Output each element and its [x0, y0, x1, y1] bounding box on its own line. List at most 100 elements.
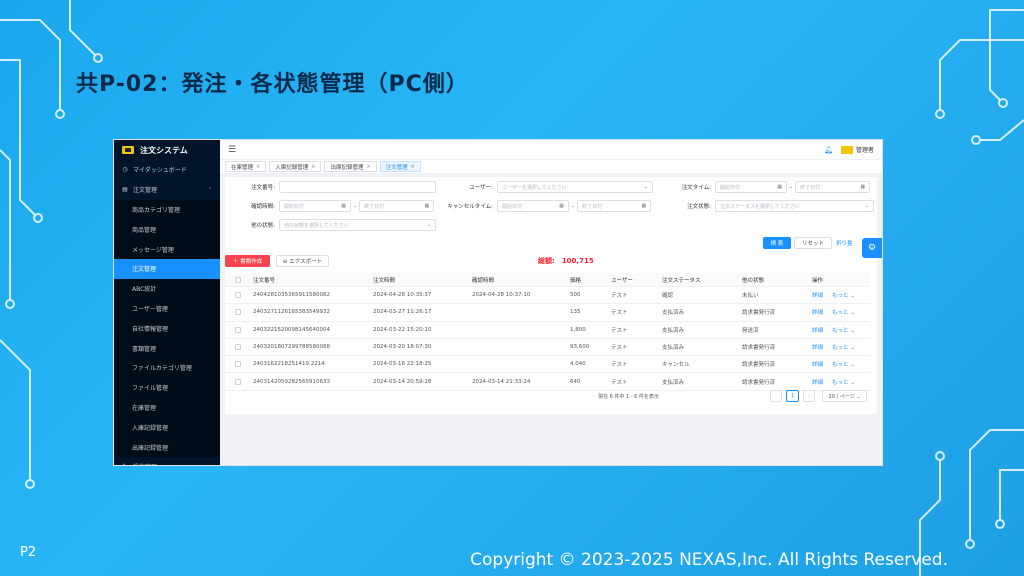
table-cell: キャンセル	[662, 362, 690, 369]
filter-label: ユーザー:	[469, 185, 493, 191]
user-menu[interactable]: 管理者	[840, 145, 874, 155]
sidebar-item[interactable]: 書類管理	[114, 338, 220, 358]
select-all-checkbox[interactable]	[235, 276, 241, 283]
sidebar-item[interactable]: ✎ 投稿管理 ⌄	[114, 457, 220, 465]
detail-link[interactable]: 詳細	[812, 326, 823, 334]
range-dash: -	[354, 202, 357, 210]
create-document-button[interactable]: ＋ 書類作成	[225, 255, 270, 267]
tab[interactable]: 入庫記録管理 ×	[269, 161, 322, 172]
sidebar-item-label: 投稿管理	[133, 462, 157, 465]
order-time-start[interactable]: 開始日付 ▦	[715, 181, 787, 193]
detail-link[interactable]: 詳細	[812, 378, 823, 386]
sidebar-item[interactable]: ◷ マイダッシュボード	[114, 160, 220, 180]
total-label: 総額:	[538, 257, 555, 265]
content-panel: 注文番号: ユーザー: ユーザーを選択してください ⌄ 注文タイム: 開始日付 ▦ …	[225, 177, 877, 414]
export-button[interactable]: ⊖ エクスポート	[276, 255, 329, 267]
sidebar-item[interactable]: ▤ 注文管理 ⌃	[114, 180, 220, 200]
table-cell: 2024-03-27 11:26:17	[373, 309, 432, 316]
sidebar-item[interactable]: ユーザー管理	[114, 298, 220, 319]
sidebar-item[interactable]: メッセージ管理	[114, 239, 220, 259]
search-button[interactable]: 検 索	[763, 237, 791, 249]
filter-confirm-time: 確認時間: 開始日付 ▦ - 終了日付 ▦	[225, 200, 435, 212]
filter-order-status: 注文状態: 注文ステータスを選択してください ⌄	[661, 200, 874, 212]
table-cell: 2403201807299788580088	[253, 344, 330, 351]
sidebar-item-label: 書類管理	[132, 345, 157, 353]
sidebar-item-label: 自社情報管理	[132, 325, 169, 333]
sidebar-item[interactable]: 注文管理	[114, 258, 220, 279]
order-no-input[interactable]	[279, 181, 436, 193]
pagination-summary: 現在 6 件中 1 - 6 件を表示	[598, 394, 659, 400]
prev-page-button[interactable]: ‹	[770, 390, 782, 402]
sidebar-item[interactable]: ファイルカテゴリ管理	[114, 357, 220, 378]
table-cell: 2403221520098145640004	[253, 326, 330, 333]
close-icon[interactable]: ×	[256, 164, 260, 170]
next-page-button[interactable]: ›	[803, 390, 815, 402]
table-cell: 640	[570, 378, 581, 385]
row-checkbox[interactable]	[235, 378, 241, 385]
close-icon[interactable]: ×	[411, 164, 415, 170]
range-dash: -	[790, 183, 793, 191]
order-status-select[interactable]: 注文ステータスを選択してください ⌄	[715, 200, 874, 212]
table-cell: 発送済	[742, 327, 759, 334]
sidebar-item[interactable]: ファイル管理	[114, 377, 220, 398]
menu-icon[interactable]: ☰	[228, 145, 236, 155]
more-dropdown[interactable]: もっと ⌄	[832, 326, 855, 334]
table-cell: 2404281035365911580082	[253, 292, 330, 299]
filter-label: 注文番号:	[251, 185, 275, 191]
row-checkbox[interactable]	[235, 292, 241, 299]
table-cell: 支払済み	[662, 345, 685, 352]
tab[interactable]: 在庫管理 ×	[225, 161, 267, 172]
calendar-icon: ▦	[860, 184, 866, 190]
page-1-button[interactable]: 1	[786, 390, 799, 402]
sidebar-item[interactable]: 在庫管理	[114, 397, 220, 418]
detail-link[interactable]: 詳細	[812, 360, 823, 368]
sidebar-item[interactable]: 入庫記録管理	[114, 417, 220, 438]
table-cell: 2024-03-20 18:07:30	[373, 344, 432, 351]
detail-link[interactable]: 詳細	[812, 343, 823, 351]
sidebar-item-label: 出庫記録管理	[132, 444, 169, 452]
detail-link[interactable]: 詳細	[812, 308, 823, 316]
table-cell: 93,600	[570, 344, 590, 351]
reset-button[interactable]: リセット	[794, 237, 832, 249]
cancel-time-end[interactable]: 終了日付 ▦	[577, 200, 652, 212]
row-checkbox[interactable]	[235, 344, 241, 351]
collapse-button[interactable]: 折り畳	[836, 237, 854, 249]
filter-label: 他の状態:	[251, 223, 275, 229]
row-checkbox[interactable]	[235, 309, 241, 316]
table-cell: 2024-03-16 22:18:25	[373, 361, 432, 368]
sidebar-item[interactable]: 商品管理	[114, 219, 220, 240]
confirm-time-end[interactable]: 終了日付 ▦	[359, 200, 435, 212]
chevron-down-icon: ⌄	[643, 184, 648, 190]
row-checkbox[interactable]	[235, 361, 241, 368]
more-dropdown[interactable]: もっと ⌄	[832, 378, 855, 386]
order-time-end[interactable]: 終了日付 ▦	[795, 181, 871, 193]
close-icon[interactable]: ×	[311, 164, 315, 170]
sidebar-item[interactable]: 出庫記録管理	[114, 437, 220, 457]
more-dropdown[interactable]: もっと ⌄	[832, 291, 855, 299]
sidebar-item[interactable]: ABC統計	[114, 278, 220, 299]
page-size-select[interactable]: 20 / ページ ⌄	[822, 390, 867, 402]
cancel-time-start[interactable]: 開始日付 ▦	[497, 200, 569, 212]
detail-link[interactable]: 詳細	[812, 291, 823, 299]
gear-icon[interactable]: ⚙	[862, 238, 882, 258]
table-row: 2403142059282565910633 2024-03-14 20:59:2…	[225, 373, 870, 391]
column-header: 操作	[812, 277, 824, 284]
table-cell: 135	[570, 309, 581, 316]
user-select[interactable]: ユーザーを選択してください ⌄	[497, 181, 653, 193]
tab[interactable]: 出庫記録管理 ×	[324, 161, 377, 172]
close-icon[interactable]: ×	[366, 164, 370, 170]
total-amount: 総額: 100,715	[538, 255, 594, 267]
table-cell: テスト	[611, 327, 628, 334]
confirm-time-start[interactable]: 開始日付 ▦	[279, 200, 351, 212]
bell-icon[interactable]: 🔔︎	[824, 146, 833, 154]
column-header: 注文ステータス	[662, 277, 701, 284]
more-dropdown[interactable]: もっと ⌄	[832, 343, 855, 351]
sidebar-item-label: ファイル管理	[132, 385, 169, 393]
sidebar-item[interactable]: 商品カテゴリ管理	[114, 199, 220, 220]
sidebar-item[interactable]: 自社情報管理	[114, 318, 220, 339]
more-dropdown[interactable]: もっと ⌄	[832, 308, 855, 316]
tab[interactable]: 注文管理 ×	[379, 161, 421, 172]
more-dropdown[interactable]: もっと ⌄	[832, 360, 855, 368]
other-status-select[interactable]: 他の状態を選択してください ⌄	[279, 219, 436, 231]
row-checkbox[interactable]	[235, 326, 241, 333]
